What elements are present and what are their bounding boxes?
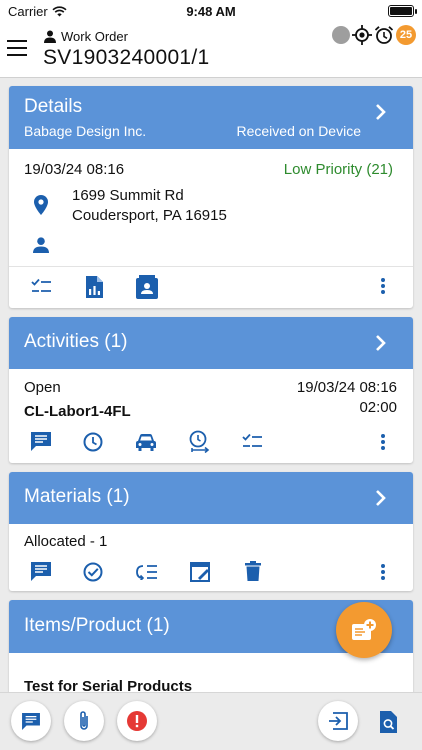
header-status-icons: 25	[332, 25, 416, 45]
search-document-button[interactable]	[380, 711, 398, 733]
person-icon[interactable]	[33, 237, 49, 253]
details-title: Details	[24, 96, 83, 117]
priority-label: Low Priority (21)	[283, 161, 393, 178]
chevron-right-icon[interactable]	[375, 103, 387, 121]
gps-icon[interactable]	[352, 25, 372, 45]
header-subtitle-text: Work Order	[61, 29, 128, 44]
bottom-toolbar	[0, 692, 422, 750]
more-icon[interactable]	[381, 434, 385, 450]
materials-card: Materials (1) Allocated - 1	[9, 472, 413, 591]
details-datetime: 19/03/24 08:16	[24, 161, 125, 178]
address-line2[interactable]: Coudersport, PA 16915	[72, 207, 227, 224]
search-doc-icon	[380, 711, 397, 733]
details-status: Received on Device	[236, 123, 361, 139]
comment-icon[interactable]	[31, 432, 51, 451]
delete-icon[interactable]	[245, 561, 261, 581]
activity-duration: 02:00	[359, 399, 397, 416]
comment-icon	[22, 712, 40, 730]
alert-icon	[127, 711, 147, 731]
activity-state: Open	[24, 379, 61, 396]
add-note-icon	[352, 619, 376, 640]
notification-badge[interactable]: 25	[396, 25, 416, 45]
report-icon[interactable]	[86, 276, 103, 298]
clock-time: 9:48 AM	[186, 4, 236, 19]
materials-header[interactable]: Materials (1)	[9, 472, 413, 524]
edit-note-icon[interactable]	[190, 562, 210, 582]
activities-card: Activities (1) Open 19/03/24 08:16 CL-La…	[9, 317, 413, 463]
attachment-icon	[80, 711, 88, 730]
chevron-right-icon[interactable]	[375, 334, 387, 352]
details-card: Details Babage Design Inc. Received on D…	[9, 86, 413, 308]
activities-header[interactable]: Activities (1)	[9, 317, 413, 369]
items-title: Items/Product (1)	[24, 615, 170, 636]
car-icon[interactable]	[136, 434, 156, 451]
more-icon[interactable]	[381, 564, 385, 580]
address-line1[interactable]: 1699 Summit Rd	[72, 187, 184, 204]
app-header: Work Order SV1903240001/1 25	[0, 22, 422, 78]
status-bar: Carrier 9:48 AM	[0, 0, 422, 22]
battery-icon	[388, 5, 417, 17]
page-title: SV1903240001/1	[43, 46, 210, 69]
menu-icon[interactable]	[7, 40, 27, 56]
activity-datetime: 19/03/24 08:16	[296, 379, 397, 396]
header-subtitle: Work Order	[44, 29, 128, 44]
check-circle-icon[interactable]	[83, 562, 103, 582]
alert-button[interactable]	[117, 701, 157, 741]
details-header[interactable]: Details Babage Design Inc. Received on D…	[9, 86, 413, 149]
activity-name[interactable]: CL-Labor1-4FL	[24, 403, 131, 420]
alarm-icon[interactable]	[374, 25, 394, 45]
attachment-button[interactable]	[64, 701, 104, 741]
materials-allocated: Allocated - 1	[24, 533, 108, 550]
divider	[9, 266, 413, 267]
checklist-icon[interactable]	[31, 278, 52, 296]
person-icon	[44, 30, 56, 43]
add-note-button[interactable]	[336, 602, 392, 658]
exit-button[interactable]	[318, 701, 358, 741]
activities-title: Activities (1)	[24, 331, 128, 352]
exit-icon	[329, 712, 348, 730]
checklist-icon[interactable]	[242, 433, 263, 451]
clock-icon[interactable]	[83, 432, 103, 452]
location-pin-icon	[34, 195, 48, 215]
comment-button[interactable]	[11, 701, 51, 741]
contact-card-icon[interactable]	[136, 275, 158, 299]
comment-icon[interactable]	[31, 562, 51, 581]
chevron-right-icon[interactable]	[375, 489, 387, 507]
more-icon[interactable]	[381, 278, 385, 294]
details-company: Babage Design Inc.	[24, 123, 147, 139]
return-list-icon[interactable]	[136, 564, 158, 580]
materials-title: Materials (1)	[24, 486, 130, 507]
status-dot-icon	[332, 26, 350, 44]
timer-icon[interactable]	[189, 430, 211, 453]
